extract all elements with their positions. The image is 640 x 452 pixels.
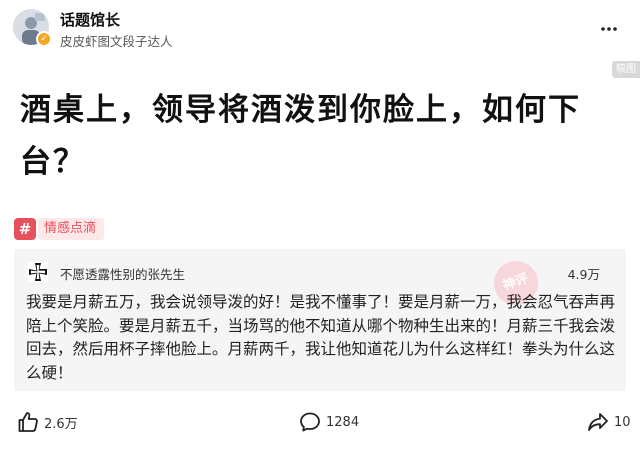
comment-text: 我要是月薪五万，我会说领导泼的好！是我不懂事了！要是月薪一万，我会忍气吞声再陪上… bbox=[26, 293, 616, 382]
verified-badge-icon: ✓ bbox=[36, 31, 52, 47]
thumbs-up-icon bbox=[18, 412, 38, 432]
comment-like-count[interactable]: 4.9万 bbox=[568, 264, 600, 283]
hash-icon: # bbox=[14, 218, 36, 240]
image-badge: 稿图 bbox=[612, 61, 640, 78]
author-description: 皮皮虾图文段子达人 bbox=[60, 34, 173, 49]
like-count: 2.6万 bbox=[44, 416, 78, 432]
author-name[interactable]: 话题馆长 bbox=[60, 9, 120, 30]
like-button[interactable]: 2.6万 bbox=[16, 410, 78, 434]
comment-count: 1284 bbox=[326, 414, 360, 430]
share-arrow-icon bbox=[588, 413, 608, 431]
commenter-name[interactable]: 不愿透露性别的张先生 bbox=[60, 264, 185, 283]
action-bar: 2.6万 1284 10 bbox=[0, 400, 640, 452]
iron-cross-avatar-icon[interactable] bbox=[28, 262, 48, 282]
hot-comment-card[interactable]: 不愿透露性别的张先生 神评 4.9万 我要是月薪五万，我会说领导泼的好！是我不懂… bbox=[14, 249, 626, 391]
topic-tag[interactable]: # 情感点滴 bbox=[14, 218, 105, 240]
comment-button[interactable]: 1284 bbox=[298, 410, 359, 434]
post-header: ✓ 话题馆长 皮皮虾图文段子达人 bbox=[0, 0, 640, 60]
post-title: 酒桌上，领导将酒泼到你脸上，如何下台？ bbox=[20, 92, 581, 180]
share-count: 10 bbox=[614, 414, 631, 430]
share-button[interactable]: 10 bbox=[586, 410, 631, 434]
more-icon[interactable] bbox=[600, 20, 618, 38]
topic-label: 情感点滴 bbox=[38, 218, 105, 240]
comment-bubble-icon bbox=[300, 412, 320, 432]
